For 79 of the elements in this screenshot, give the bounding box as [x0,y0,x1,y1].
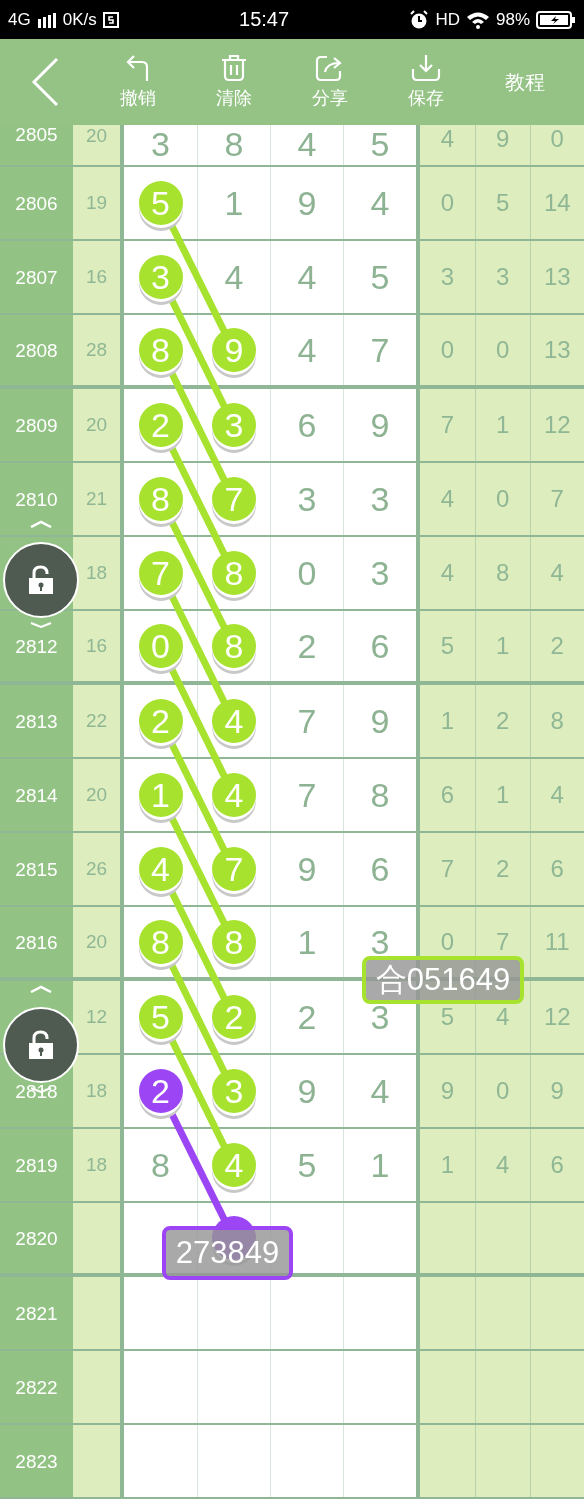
stat-cell: 4 [529,537,584,609]
stat-cell: 6 [529,833,584,905]
stat-cell: 8 [529,685,584,757]
battery-percent: 98% [495,9,530,30]
issue-cell: 2813 [0,685,73,757]
stat-cell: 12 [529,981,584,1053]
stat-cell: 1 [475,759,530,831]
sum-cell: 16 [73,611,120,681]
sum-cell: 20 [73,759,120,831]
clock-time: 15:47 [239,8,290,31]
issue-cell: 2823 [0,1425,73,1497]
network-speed: 0K/s [62,9,97,30]
stat-cell: 0 [475,315,530,385]
issue-cell: 2814 [0,759,73,831]
sum-cell: 21 [73,463,120,535]
issue-cell: 2807 [0,241,73,313]
stat-cell: 0 [475,1055,530,1127]
stat-cell: 2 [529,611,584,681]
sum-cell: 18 [73,1055,120,1127]
stat-cell: 6 [529,1129,584,1201]
stat-cell: 9 [416,1055,475,1127]
stat-cell: 1 [475,389,530,461]
stat-cell: 8 [475,537,530,609]
issue-cell: 2805 [0,125,73,165]
stat-cell: 4 [529,759,584,831]
sum-cell: 20 [73,389,120,461]
stat-cell: 3 [475,241,530,313]
sum-cell: 22 [73,685,120,757]
stat-cell: 7 [416,833,475,905]
stat-cell: 13 [529,241,584,313]
issue-cell: 2815 [0,833,73,905]
sum-cell: 20 [73,125,120,165]
sum-cell: 16 [73,241,120,313]
stat-cell: 11 [529,907,584,977]
issue-cell: 2820 [0,1203,73,1273]
stat-cell: 5 [475,167,530,239]
stat-cell: 7 [529,463,584,535]
sum-cell: 19 [73,167,120,239]
stat-cell: 7 [416,389,475,461]
stat-cell: 13 [529,315,584,385]
number-tooltip: 合051649 [362,956,524,1004]
sum-cell: 20 [73,907,120,977]
sum-cell: 12 [73,981,120,1053]
stat-cell: 12 [529,389,584,461]
issue-cell: 2821 [0,1277,73,1349]
stat-cell: 0 [475,463,530,535]
stat-cell: 0 [416,315,475,385]
issue-cell: 2806 [0,167,73,239]
stat-cell: 1 [475,611,530,681]
issue-cell: 2816 [0,907,73,977]
sum-cell: 26 [73,833,120,905]
stat-cell: 4 [475,1129,530,1201]
issue-cell: 2809 [0,389,73,461]
stat-cell: 9 [475,125,530,165]
stat-cell: 0 [529,125,584,165]
issue-cell: 2822 [0,1351,73,1423]
sum-cell: 28 [73,315,120,385]
stat-cell: 2 [475,685,530,757]
issue-cell: 2808 [0,315,73,385]
stat-cell: 1 [416,1129,475,1201]
stat-cell: 2 [475,833,530,905]
stat-cell: 0 [416,167,475,239]
stat-cell: 4 [416,125,475,165]
network-type: 4G [8,9,31,30]
stat-cell: 6 [416,759,475,831]
number-tooltip: 273849 [162,1226,293,1280]
issue-cell: 2812 [0,611,73,681]
sum-cell: 18 [73,537,120,609]
sum-cell: 18 [73,1129,120,1201]
stat-cell: 14 [529,167,584,239]
stat-cell: 9 [529,1055,584,1127]
stat-cell: 5 [416,611,475,681]
stat-cell: 4 [416,537,475,609]
issue-cell: 2819 [0,1129,73,1201]
stat-cell: 4 [416,463,475,535]
stat-cell: 3 [416,241,475,313]
stat-cell: 1 [416,685,475,757]
hd-label: HD [435,9,460,30]
issue-cell: 2810 [0,463,73,535]
